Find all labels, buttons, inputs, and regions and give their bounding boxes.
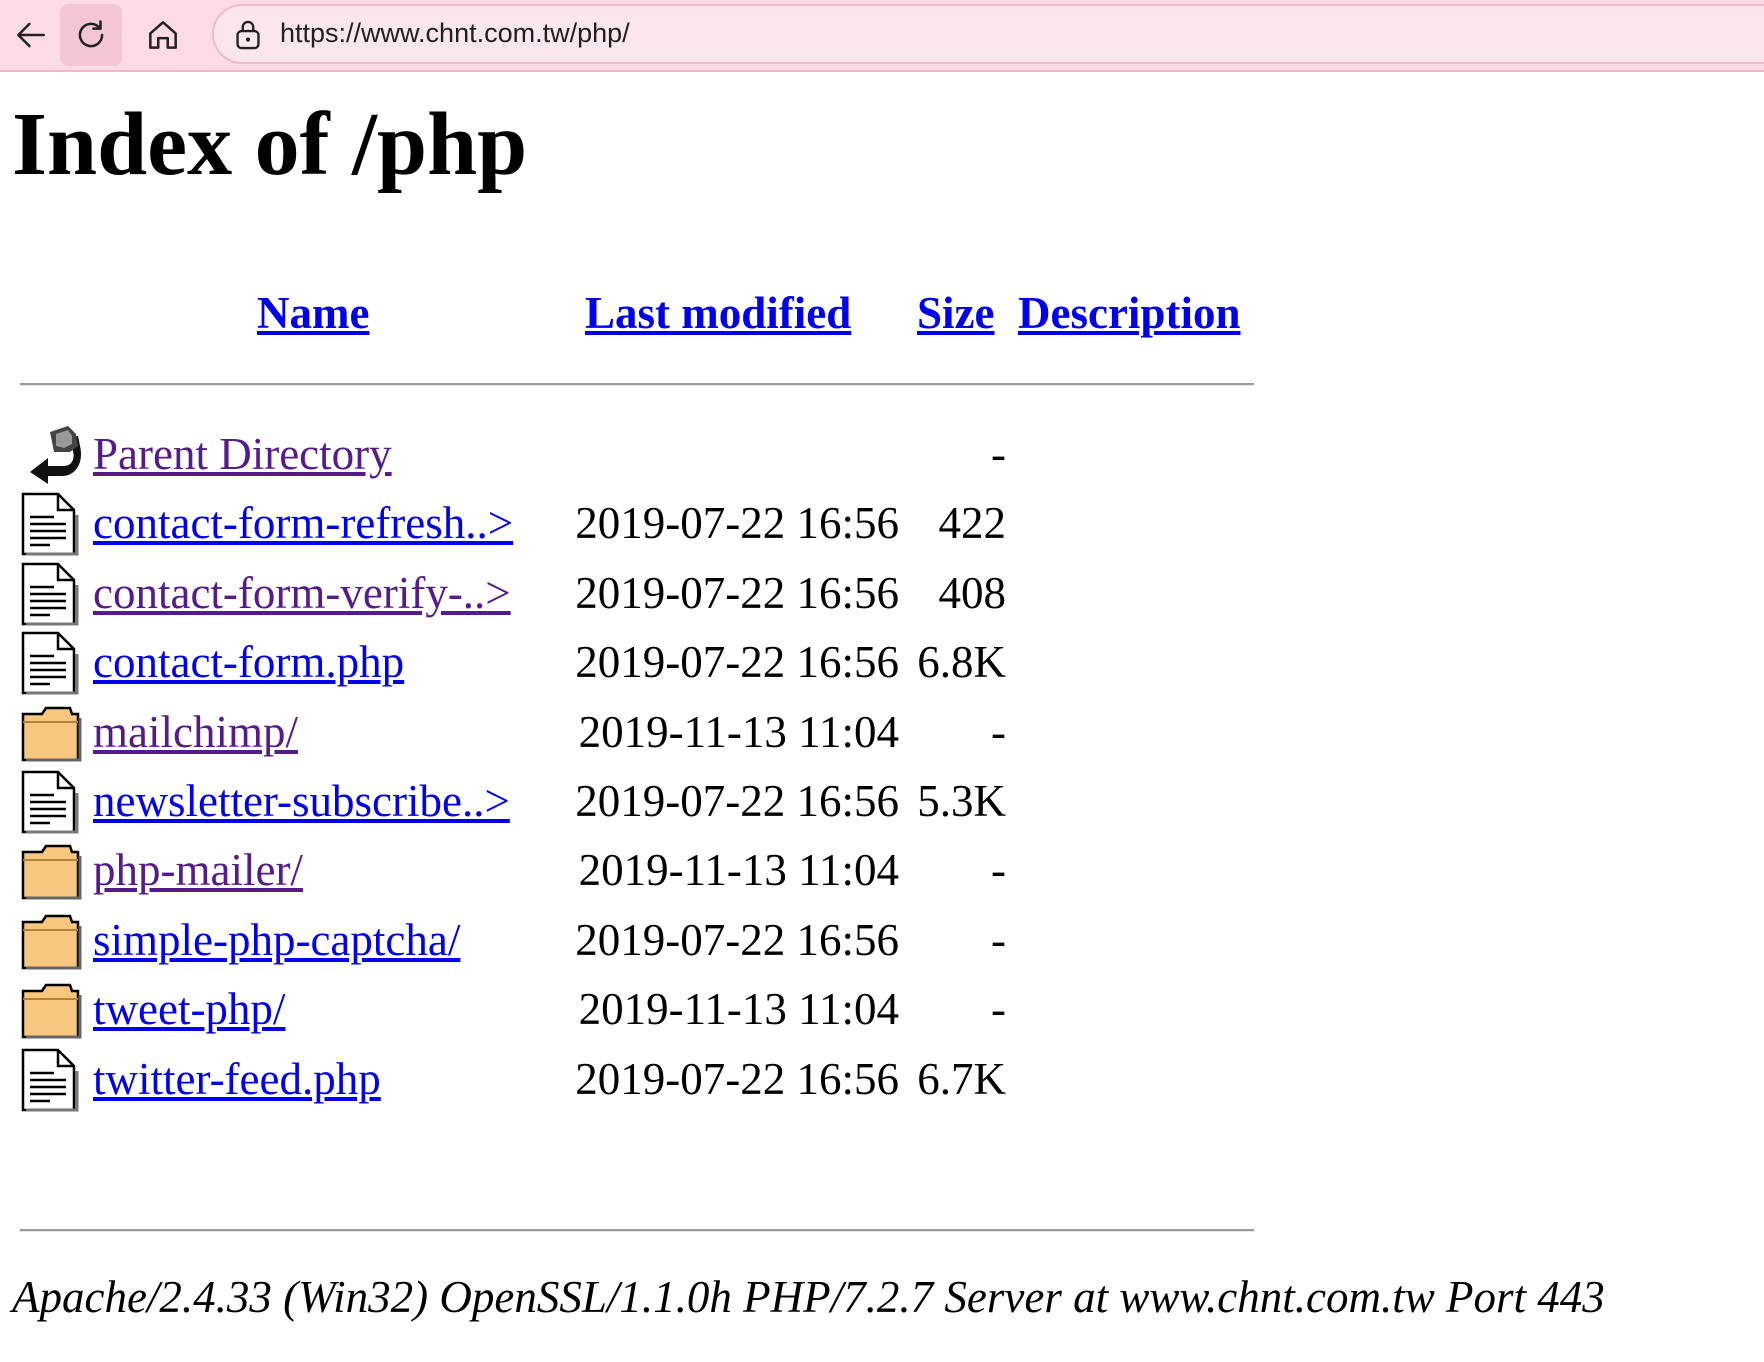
entry-link[interactable]: contact-form.php: [93, 640, 404, 685]
entry-date: 2019-07-22 16:56: [575, 498, 899, 549]
entry-size: 6.7K: [917, 1053, 1006, 1104]
folder-icon: [20, 700, 82, 766]
entry-date: 2019-07-22 16:56: [575, 1053, 899, 1104]
file-icon: [20, 630, 82, 696]
entry-link[interactable]: tweet-php/: [93, 987, 285, 1032]
column-header-name[interactable]: Name: [257, 291, 369, 336]
file-icon: [20, 491, 82, 557]
entry-date: 2019-07-22 16:56: [575, 567, 899, 618]
address-bar[interactable]: https://www.chnt.com.tw/php/: [212, 4, 1764, 64]
home-button[interactable]: [132, 4, 194, 66]
list-item: contact-form-refresh..> 2019-07-22 16:56 4…: [0, 491, 1100, 569]
list-item: simple-php-captcha/2019-07-22 16:56 -: [0, 908, 1100, 986]
entry-size: -: [991, 706, 1006, 757]
entry-size: 408: [938, 567, 1007, 618]
entry-size: 6.8K: [917, 637, 1006, 688]
home-icon: [149, 21, 177, 49]
file-icon: [20, 561, 82, 627]
entry-link[interactable]: php-mailer/: [93, 848, 303, 893]
reload-button[interactable]: [60, 4, 122, 66]
entry-size: -: [991, 984, 1006, 1035]
reload-icon: [78, 20, 104, 48]
entry-date: 2019-07-22 16:56: [575, 776, 899, 826]
list-item: Parent Directory -: [0, 422, 1100, 500]
entry-link[interactable]: simple-php-captcha/: [93, 917, 460, 963]
entry-size: 422: [938, 498, 1007, 549]
list-item: newsletter-subscribe..> 2019-07-22 16:56 5…: [0, 769, 1100, 847]
file-icon: [20, 1047, 82, 1113]
column-header-last-modified[interactable]: Last modified: [585, 291, 851, 336]
list-item: php-mailer/2019-11-13 11:04 -: [0, 838, 1100, 916]
entry-link[interactable]: twitter-feed.php: [93, 1056, 381, 1102]
entry-link[interactable]: mailchimp/: [93, 709, 298, 755]
entry-date: 2019-11-13 11:04: [578, 845, 899, 896]
entry-date: 2019-11-13 11:04: [578, 706, 899, 757]
entry-size: -: [991, 914, 1006, 965]
entry-size: -: [991, 845, 1006, 896]
list-item: contact-form-verify-..> 2019-07-22 16:56 4…: [0, 561, 1100, 639]
folder-icon: [20, 977, 82, 1043]
list-item: mailchimp/2019-11-13 11:04 -: [0, 700, 1100, 778]
entry-date: 2019-11-13 11:04: [578, 984, 899, 1035]
list-item: tweet-php/2019-11-13 11:04 -: [0, 977, 1100, 1055]
lock-icon[interactable]: [232, 18, 264, 52]
file-icon: [20, 769, 82, 835]
entry-size: -: [991, 429, 1006, 479]
entry-date: 2019-07-22 16:56: [575, 637, 899, 688]
entry-link[interactable]: Parent Directory: [93, 432, 392, 477]
entry-link[interactable]: contact-form-refresh..>: [93, 501, 513, 546]
back-button[interactable]: [0, 4, 62, 66]
column-header-size[interactable]: Size: [917, 291, 994, 336]
url-text[interactable]: https://www.chnt.com.tw/php/: [280, 18, 630, 49]
entry-size: 5.3K: [917, 776, 1006, 826]
list-item: twitter-feed.php 2019-07-22 16:56 6.7K: [0, 1047, 1100, 1125]
entry-link[interactable]: contact-form-verify-..>: [93, 570, 511, 616]
server-signature: Apache/2.4.33 (Win32) OpenSSL/1.1.0h PHP…: [12, 1272, 1605, 1322]
page-title: Index of /php: [12, 95, 528, 194]
folder-icon: [20, 838, 82, 904]
entry-date: 2019-07-22 16:56: [575, 914, 899, 965]
bottom-divider: [20, 1229, 1254, 1232]
entry-link[interactable]: newsletter-subscribe..>: [93, 779, 510, 824]
folder-icon: [20, 908, 82, 974]
list-item: contact-form.php 2019-07-22 16:56 6.8K: [0, 630, 1100, 708]
column-header-description[interactable]: Description: [1018, 291, 1240, 336]
arrow-left-icon: [17, 22, 45, 48]
browser-toolbar: https://www.chnt.com.tw/php/: [0, 0, 1764, 72]
back-icon: [20, 422, 82, 488]
top-divider: [20, 383, 1254, 386]
